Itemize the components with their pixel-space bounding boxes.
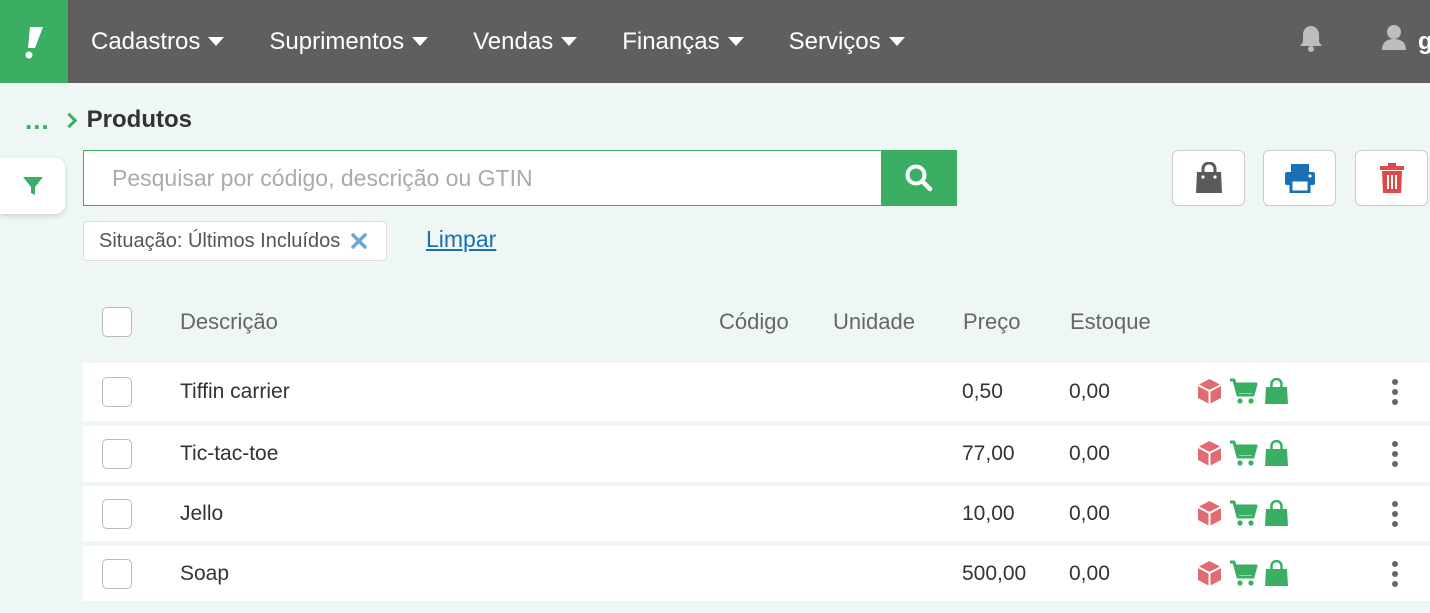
row-checkbox[interactable] <box>102 499 132 529</box>
row-checkbox[interactable] <box>102 377 132 407</box>
cell-estoque: 0,00 <box>1069 380 1110 403</box>
column-header-estoque[interactable]: Estoque <box>1070 309 1151 335</box>
box-icon[interactable] <box>1196 500 1223 527</box>
print-button[interactable] <box>1263 150 1336 206</box>
caret-down-icon <box>888 37 905 46</box>
cart-icon[interactable] <box>1229 440 1258 467</box>
menu-suprimentos[interactable]: Suprimentos <box>269 27 429 56</box>
menu-financas[interactable]: Finanças <box>622 27 744 56</box>
box-icon[interactable] <box>1196 440 1223 467</box>
search-icon <box>905 164 932 192</box>
bag-icon <box>1195 162 1222 193</box>
cell-estoque: 0,00 <box>1069 442 1110 465</box>
menu-label: Cadastros <box>91 27 201 55</box>
breadcrumb: ... Produtos <box>25 105 192 135</box>
bag-button[interactable] <box>1172 150 1245 206</box>
menu-label: Suprimentos <box>269 27 405 55</box>
row-status-icons <box>1196 560 1289 587</box>
trash-icon <box>1379 163 1404 193</box>
select-all-checkbox[interactable] <box>102 307 132 337</box>
cell-preco: 77,00 <box>962 442 1015 465</box>
menu-label: Finanças <box>622 27 720 55</box>
breadcrumb-ellipsis[interactable]: ... <box>25 105 50 136</box>
box-icon[interactable] <box>1196 560 1223 587</box>
cell-descricao: Tic-tac-toe <box>180 442 279 465</box>
cell-estoque: 0,00 <box>1069 562 1110 585</box>
cart-icon[interactable] <box>1229 500 1258 527</box>
menu-vendas[interactable]: Vendas <box>473 27 578 56</box>
print-icon <box>1284 164 1315 193</box>
menu-servicos[interactable]: Serviços <box>789 28 905 56</box>
bell-icon[interactable] <box>1298 24 1324 57</box>
column-header-descricao[interactable]: Descrição <box>180 309 278 335</box>
user-name[interactable]: g <box>1418 28 1430 56</box>
kebab-icon[interactable] <box>1390 561 1400 587</box>
cell-estoque: 0,00 <box>1069 502 1110 525</box>
page-title: Produtos <box>86 106 192 133</box>
cart-icon[interactable] <box>1229 378 1258 405</box>
column-header-preco[interactable]: Preço <box>963 309 1020 335</box>
row-status-icons <box>1196 378 1289 405</box>
filter-icon <box>22 177 43 195</box>
filter-toggle-button[interactable] <box>0 158 65 214</box>
user-icon[interactable] <box>1381 24 1407 57</box>
cell-descricao: Tiffin carrier <box>180 380 290 403</box>
table-row[interactable]: Tiffin carrier 0,50 0,00 <box>83 363 1430 421</box>
bag-icon[interactable] <box>1264 440 1289 467</box>
search-input[interactable] <box>84 151 881 205</box>
table-row[interactable]: Soap 500,00 0,00 <box>83 546 1430 601</box>
clear-filters-link[interactable]: Limpar <box>426 226 496 253</box>
chevron-right-icon <box>61 112 77 128</box>
table-row[interactable]: Jello 10,00 0,00 <box>83 486 1430 541</box>
top-navbar: Cadastros Suprimentos Vendas Finanças Se… <box>0 0 1430 83</box>
menu-label: Serviços <box>788 27 881 55</box>
row-checkbox[interactable] <box>102 559 132 589</box>
bag-icon[interactable] <box>1264 500 1289 527</box>
row-checkbox[interactable] <box>102 439 132 469</box>
cell-descricao: Jello <box>180 502 224 525</box>
table-row[interactable]: Tic-tac-toe 77,00 0,00 <box>83 426 1430 482</box>
menu-label: Vendas <box>473 27 554 55</box>
caret-down-icon <box>727 37 744 46</box>
kebab-icon[interactable] <box>1390 379 1400 405</box>
caret-down-icon <box>208 37 225 46</box>
filter-chip: Situação: Últimos Incluídos <box>83 221 388 261</box>
filter-chip-label: Situação: Últimos Incluídos <box>99 229 341 252</box>
search-button[interactable] <box>881 151 956 205</box>
cell-preco: 10,00 <box>962 502 1015 525</box>
row-status-icons <box>1196 500 1289 527</box>
delete-button[interactable] <box>1355 150 1428 206</box>
bag-icon[interactable] <box>1264 560 1289 587</box>
kebab-icon[interactable] <box>1390 441 1400 467</box>
caret-down-icon <box>561 37 578 46</box>
caret-down-icon <box>412 37 429 46</box>
menu-cadastros[interactable]: Cadastros <box>91 27 225 56</box>
cell-preco: 500,00 <box>962 562 1027 585</box>
column-header-codigo[interactable]: Código <box>719 309 789 335</box>
box-icon[interactable] <box>1196 378 1223 405</box>
close-icon[interactable] <box>350 232 368 250</box>
bag-icon[interactable] <box>1264 378 1289 405</box>
main-menu: Cadastros Suprimentos Vendas Finanças Se… <box>91 0 950 83</box>
cell-preco: 0,50 <box>962 380 1003 403</box>
search-bar <box>83 150 957 206</box>
cell-descricao: Soap <box>180 562 230 585</box>
logo-icon[interactable] <box>0 0 68 83</box>
row-status-icons <box>1196 440 1289 467</box>
kebab-icon[interactable] <box>1390 501 1400 527</box>
column-header-unidade[interactable]: Unidade <box>833 309 915 335</box>
cart-icon[interactable] <box>1229 560 1258 587</box>
